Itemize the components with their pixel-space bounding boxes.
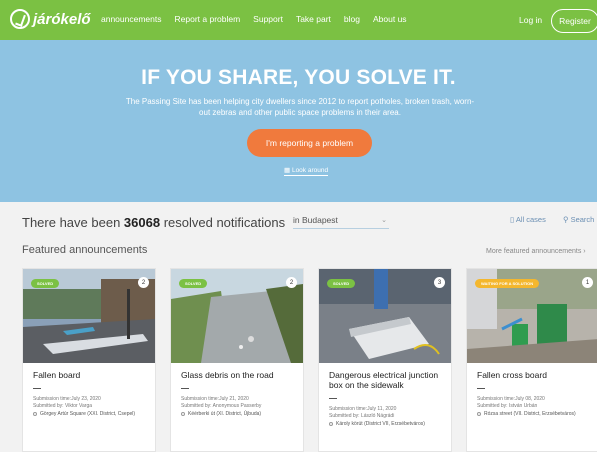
login-link[interactable]: Log in — [519, 15, 542, 25]
top-navbar: járókelő announcements Report a problem … — [0, 0, 597, 40]
search-icon: ⚲ — [563, 215, 571, 224]
announcement-card[interactable]: SOLVED 2 Glass debris on the road Submis… — [170, 268, 304, 452]
hero-title: IF YOU SHARE, YOU SOLVE IT. — [141, 66, 456, 89]
location-pin-icon — [477, 412, 481, 416]
all-cases-label: All cases — [515, 215, 546, 224]
location-text: Görgey Artúr Square (XXI. District, Csep… — [40, 411, 136, 417]
stats-suffix: resolved notifications — [163, 215, 286, 230]
card-location: Kéérberki út (XI. District, Újbuda) — [181, 411, 299, 418]
hero-banner: IF YOU SHARE, YOU SOLVE IT. The Passing … — [0, 40, 597, 202]
stats-prefix: There have been — [22, 215, 121, 230]
map-icon: ▦ — [284, 167, 292, 174]
card-photo: SOLVED 3 — [319, 269, 451, 363]
search-link[interactable]: ⚲ Search — [563, 215, 594, 224]
submitted-by: Submitted by: István Urbán — [477, 403, 538, 409]
status-badge: SOLVED — [327, 279, 356, 288]
city-select-value: in Budapest — [293, 215, 338, 225]
logo-icon — [10, 9, 30, 29]
look-around-link[interactable]: ▦ Look around — [284, 166, 329, 176]
photo-count: 1 — [582, 277, 593, 288]
location-text: Kéérberki út (XI. District, Újbuda) — [188, 411, 262, 417]
status-badge: SOLVED — [179, 279, 208, 288]
nav-link-report-problem[interactable]: Report a problem — [175, 14, 241, 24]
more-featured-label: More featured announcements — [486, 248, 582, 255]
announcement-card[interactable]: SOLVED 2 Fallen board Submission time:Ju… — [22, 268, 156, 452]
featured-heading: Featured announcements — [22, 244, 148, 256]
nav-link-blog[interactable]: blog — [344, 14, 360, 24]
card-meta: Submission time:July 11, 2020 Submitted … — [329, 406, 449, 420]
hero-subtitle: The Passing Site has been helping city d… — [125, 97, 475, 117]
nav-link-take-part[interactable]: Take part — [296, 14, 331, 24]
look-around-label: Look around — [291, 167, 329, 174]
card-title: Dangerous electrical junction box on the… — [329, 370, 439, 390]
location-pin-icon — [181, 412, 185, 416]
logo[interactable]: járókelő — [10, 9, 91, 29]
more-featured-link[interactable]: More featured announcements › — [486, 248, 586, 255]
card-photo: WAITING FOR A SOLUTION 1 — [467, 269, 597, 363]
location-text: Rózsa street (VII. District, Erzsébetvár… — [484, 411, 576, 417]
report-problem-button[interactable]: I'm reporting a problem — [247, 129, 372, 157]
photo-count: 2 — [138, 277, 149, 288]
chevron-right-icon: › — [583, 248, 586, 255]
location-text: Károly körút (District VII, Erzsébetváro… — [336, 421, 425, 427]
city-select[interactable]: in Budapest ⌄ — [293, 213, 389, 229]
card-meta: Submission time:July 21, 2020 Submitted … — [181, 396, 301, 410]
card-divider — [33, 388, 41, 389]
card-location: Károly körút (District VII, Erzsébetváro… — [329, 421, 447, 428]
nav-link-about-us[interactable]: About us — [373, 14, 407, 24]
nav-links: announcements Report a problem Support T… — [101, 14, 420, 24]
location-pin-icon — [329, 422, 333, 426]
card-title: Fallen cross board — [477, 370, 547, 380]
search-label: Search — [570, 215, 595, 224]
register-button[interactable]: Register — [551, 9, 597, 33]
card-location: Görgey Artúr Square (XXI. District, Csep… — [33, 411, 151, 418]
logo-text: járókelő — [33, 10, 91, 28]
card-meta: Submission time:July 23, 2020 Submitted … — [33, 396, 153, 410]
resolved-count-text: There have been 36068 resolved notificat… — [22, 215, 285, 230]
submission-time: Submission time:July 23, 2020 — [33, 396, 101, 402]
location-pin-icon — [33, 412, 37, 416]
card-photo: SOLVED 2 — [23, 269, 155, 363]
photo-count: 2 — [286, 277, 297, 288]
submission-time: Submission time:July 21, 2020 — [181, 396, 249, 402]
announcement-card[interactable]: SOLVED 3 Dangerous electrical junction b… — [318, 268, 452, 452]
submission-time: Submission time:July 11, 2020 — [329, 406, 397, 412]
chevron-down-icon: ⌄ — [381, 217, 387, 224]
announcement-card[interactable]: WAITING FOR A SOLUTION 1 Fallen cross bo… — [466, 268, 597, 452]
card-location: Rózsa street (VII. District, Erzsébetvár… — [477, 411, 595, 418]
card-divider — [181, 388, 189, 389]
photo-count: 3 — [434, 277, 445, 288]
card-divider — [477, 388, 485, 389]
status-badge: SOLVED — [31, 279, 60, 288]
nav-link-announcements[interactable]: announcements — [101, 14, 162, 24]
submitted-by: Submitted by: László Nágrádi — [329, 413, 395, 419]
card-divider — [329, 398, 337, 399]
nav-link-support[interactable]: Support — [253, 14, 283, 24]
card-title: Glass debris on the road — [181, 370, 274, 380]
card-title: Fallen board — [33, 370, 81, 380]
card-meta: Submission time:July 08, 2020 Submitted … — [477, 396, 597, 410]
card-photo: SOLVED 2 — [171, 269, 303, 363]
submission-time: Submission time:July 08, 2020 — [477, 396, 545, 402]
submitted-by: Submitted by: Anonymous Passerby — [181, 403, 262, 409]
status-badge: WAITING FOR A SOLUTION — [475, 279, 540, 288]
resolved-count: 36068 — [123, 215, 161, 230]
all-cases-link[interactable]: ▯ All cases — [510, 215, 546, 224]
submitted-by: Submitted by: Viktor Varga — [33, 403, 93, 409]
